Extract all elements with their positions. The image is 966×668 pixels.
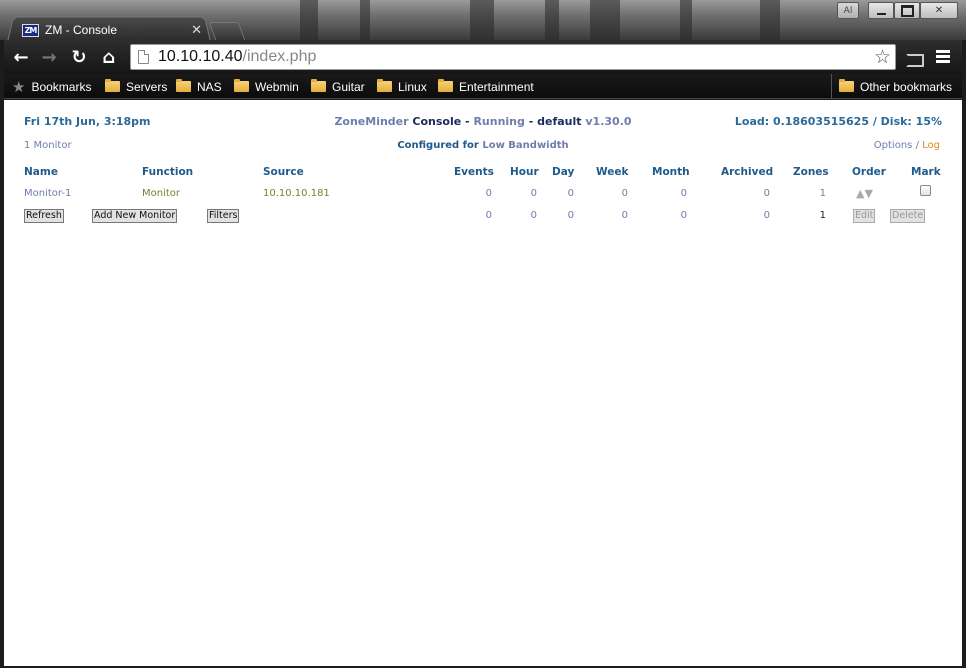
browser-toolbar: ← → ↻ ⌂ 10.10.10.40/index.php ☆ (4, 40, 962, 74)
column-header-mark: Mark (911, 166, 941, 178)
back-arrow-icon[interactable]: ← (10, 48, 32, 68)
bookmarks-button[interactable]: ★ Bookmarks (12, 78, 91, 96)
bookmark-folder-guitar[interactable]: Guitar (311, 78, 365, 95)
folder-icon (377, 79, 392, 92)
profile-badge[interactable]: Al (837, 2, 859, 19)
monitor-name-link[interactable]: Monitor-1 (24, 188, 71, 199)
page-icon (138, 50, 149, 64)
url-text[interactable]: 10.10.10.40/index.php (158, 48, 874, 66)
monitor-hour-count[interactable]: 0 (510, 188, 537, 199)
column-header-hour: Hour (510, 166, 539, 178)
minimize-button[interactable] (868, 2, 894, 19)
column-header-events: Events (454, 166, 494, 178)
folder-icon (438, 79, 453, 92)
bookmarks-star-icon: ★ (12, 78, 26, 96)
total-week[interactable]: 0 (596, 210, 628, 221)
bookmark-folder-entertainment[interactable]: Entertainment (438, 78, 534, 95)
other-bookmarks-folder[interactable]: Other bookmarks (839, 78, 952, 95)
column-header-zones: Zones (793, 166, 829, 178)
monitor-source-link[interactable]: 10.10.10.181 (263, 188, 330, 199)
folder-icon (311, 79, 326, 92)
mark-checkbox[interactable] (920, 185, 931, 196)
zm-favicon-icon: ZM (22, 23, 39, 37)
system-load: Load: 0.18603515625 / Disk: 15% (734, 115, 942, 128)
filters-button[interactable]: Filters (207, 209, 240, 223)
column-header-source: Source (263, 166, 304, 178)
monitor-function-link[interactable]: Monitor (142, 188, 180, 199)
column-header-order: Order (852, 166, 886, 178)
page-content: Fri 17th Jun, 3:18pm ZoneMinder Console … (4, 100, 962, 666)
column-header-month: Month (652, 166, 690, 178)
column-header-function: Function (142, 166, 194, 178)
column-header-week: Week (596, 166, 629, 178)
bandwidth-link[interactable]: Low Bandwidth (482, 140, 568, 151)
close-tab-icon[interactable]: ✕ (191, 23, 202, 38)
address-bar[interactable]: 10.10.10.40/index.php ☆ (130, 44, 896, 70)
options-log-links: Options / Log (873, 140, 940, 151)
monitor-day-count[interactable]: 0 (552, 188, 574, 199)
total-day[interactable]: 0 (552, 210, 574, 221)
tab-title: ZM - Console (45, 23, 118, 37)
close-window-button[interactable]: ✕ (920, 2, 958, 19)
edit-button[interactable]: Edit (853, 209, 876, 223)
folder-icon (105, 79, 120, 92)
folder-icon (176, 79, 191, 92)
column-header-day: Day (552, 166, 575, 178)
run-state-link[interactable]: Running (473, 115, 524, 128)
monitor-archived-count[interactable]: 0 (721, 188, 770, 199)
bookmark-folder-webmin[interactable]: Webmin (234, 78, 299, 95)
column-header-name: Name (24, 166, 58, 178)
folder-icon (234, 79, 249, 92)
total-zones: 1 (819, 210, 826, 221)
total-month[interactable]: 0 (652, 210, 687, 221)
add-new-monitor-button[interactable]: Add New Monitor (92, 209, 178, 223)
bookmarks-bar: ★ Bookmarks Servers NAS Webmin Guitar Li… (4, 74, 962, 99)
bandwidth-config: Configured for Low Bandwidth (397, 140, 569, 151)
bookmark-folder-nas[interactable]: NAS (176, 78, 222, 95)
maximize-button[interactable] (894, 2, 920, 19)
forward-arrow-icon[interactable]: → (38, 48, 60, 68)
reload-icon[interactable]: ↻ (68, 48, 90, 68)
monitor-events-count[interactable]: 0 (464, 188, 492, 199)
bookmark-folder-linux[interactable]: Linux (377, 78, 427, 95)
order-arrows-icon: ▲▼ (856, 187, 873, 200)
bookmarks-separator (831, 74, 832, 99)
home-icon[interactable]: ⌂ (98, 48, 120, 68)
total-hour[interactable]: 0 (510, 210, 537, 221)
version-link[interactable]: v1.30.0 (585, 115, 631, 128)
options-link[interactable]: Options (874, 140, 913, 151)
tab-content: ZM ZM - Console ✕ (22, 20, 206, 40)
cast-icon[interactable] (906, 54, 924, 67)
bookmark-star-icon[interactable]: ☆ (874, 47, 891, 67)
bookmark-folder-servers[interactable]: Servers (105, 78, 167, 95)
total-archived[interactable]: 0 (721, 210, 770, 221)
delete-button[interactable]: Delete (890, 209, 926, 223)
total-events[interactable]: 0 (464, 210, 492, 221)
column-header-archived: Archived (721, 166, 774, 178)
log-link[interactable]: Log (922, 140, 940, 151)
refresh-button[interactable]: Refresh (24, 209, 64, 223)
new-tab-button[interactable] (208, 22, 246, 40)
folder-icon (839, 79, 854, 92)
monitor-month-count[interactable]: 0 (652, 188, 687, 199)
menu-icon[interactable] (936, 50, 950, 64)
monitor-week-count[interactable]: 0 (596, 188, 628, 199)
monitor-zones-count[interactable]: 1 (793, 188, 826, 199)
